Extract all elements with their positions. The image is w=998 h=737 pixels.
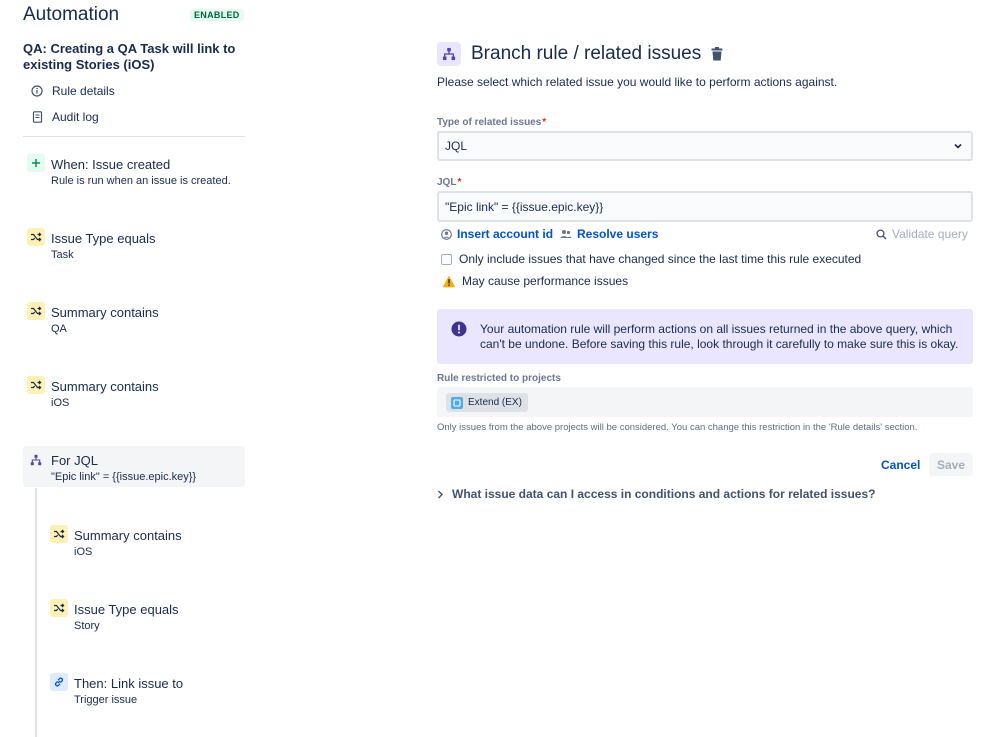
performance-warning: May cause performance issues <box>442 274 628 288</box>
project-avatar-icon <box>451 396 463 409</box>
checkbox-label: Only include issues that have changed si… <box>459 252 862 266</box>
warning-icon <box>442 275 456 288</box>
related-issues-help-expander[interactable]: What issue data can I access in conditio… <box>437 487 875 501</box>
projects-note: Only issues from the above projects will… <box>437 422 918 433</box>
component-subtitle: Story <box>74 620 100 632</box>
component-condition[interactable]: Summary contains iOS <box>23 370 245 411</box>
only-changed-checkbox-row[interactable]: Only include issues that have changed si… <box>441 252 861 266</box>
jql-label: JQL* <box>437 177 462 188</box>
panel-description: Please select which related issue you wo… <box>437 75 838 89</box>
plus-icon <box>27 154 45 172</box>
type-select-value: JQL <box>445 139 468 153</box>
project-tag: Extend (EX) <box>446 393 528 412</box>
save-button[interactable]: Save <box>929 453 973 476</box>
shuffle-icon <box>50 599 68 617</box>
chevron-down-icon <box>953 140 963 154</box>
cancel-button[interactable]: Cancel <box>875 454 926 476</box>
component-subtitle: Trigger issue <box>74 694 138 706</box>
resolve-users-link[interactable]: Resolve users <box>560 227 658 241</box>
shuffle-icon <box>50 525 68 543</box>
branch-icon <box>27 451 45 469</box>
info-icon <box>451 321 467 342</box>
component-subtitle: QA <box>51 323 67 335</box>
component-condition[interactable]: Summary contains iOS <box>46 519 245 560</box>
component-title: Issue Type equals <box>51 231 156 246</box>
rule-name: QA: Creating a QA Task will link to exis… <box>23 41 236 72</box>
shuffle-icon <box>27 228 45 246</box>
shuffle-icon <box>27 302 45 320</box>
component-condition[interactable]: Issue Type equals Task <box>23 222 245 263</box>
user-icon <box>441 228 452 240</box>
info-icon <box>30 84 44 98</box>
info-message: Your automation rule will perform action… <box>437 309 973 364</box>
nav-audit-log[interactable]: Audit log <box>30 107 99 127</box>
search-icon <box>876 228 887 240</box>
component-action[interactable]: Then: Link issue to Trigger issue <box>46 667 245 708</box>
app-title: Automation <box>23 4 120 25</box>
component-title: Summary contains <box>51 379 159 394</box>
trash-icon[interactable] <box>711 47 723 61</box>
component-subtitle: Rule is run when an issue is created. <box>51 175 231 187</box>
insert-account-id-link[interactable]: Insert account id <box>441 227 553 241</box>
validate-query-link[interactable]: Validate query <box>876 227 968 241</box>
type-label: Type of related issues* <box>437 117 547 128</box>
nav-rule-details[interactable]: Rule details <box>30 81 115 101</box>
link-icon <box>50 673 68 691</box>
component-subtitle: iOS <box>74 546 93 558</box>
restricted-projects-field: Extend (EX) <box>437 387 973 417</box>
shuffle-icon <box>27 376 45 394</box>
branch-timeline-line <box>35 488 37 737</box>
nav-divider <box>23 136 245 137</box>
document-icon <box>30 110 44 124</box>
people-icon <box>560 229 572 239</box>
component-subtitle: Task <box>51 249 74 261</box>
component-subtitle: iOS <box>51 397 70 409</box>
component-title: Then: Link issue to <box>74 676 184 691</box>
component-title: Issue Type equals <box>74 602 179 617</box>
panel-header: Branch rule / related issues <box>437 40 723 68</box>
component-title: For JQL <box>51 453 98 468</box>
nav-label: Audit log <box>52 110 99 124</box>
component-subtitle: "Epic link" = {{issue.epic.key}} <box>51 471 197 483</box>
component-condition[interactable]: Issue Type equals Story <box>46 593 245 634</box>
only-changed-checkbox[interactable] <box>441 253 452 265</box>
component-title: Summary contains <box>51 305 159 320</box>
restricted-projects-label: Rule restricted to projects <box>437 373 561 384</box>
status-badge: ENABLED <box>190 9 244 21</box>
component-title: When: Issue created <box>51 157 171 172</box>
info-text: Your automation rule will perform action… <box>480 322 959 351</box>
type-select[interactable]: JQL <box>437 131 973 161</box>
rule-sidebar: Automation ENABLED QA: Creating a QA Tas… <box>0 0 260 737</box>
chevron-right-icon <box>437 490 444 499</box>
panel-title: Branch rule / related issues <box>471 43 702 64</box>
component-title: Summary contains <box>74 528 182 543</box>
component-condition[interactable]: Summary contains QA <box>23 296 245 337</box>
component-branch[interactable]: For JQL "Epic link" = {{issue.epic.key}} <box>23 446 245 487</box>
nav-label: Rule details <box>52 84 115 98</box>
component-trigger[interactable]: When: Issue created Rule is run when an … <box>23 148 245 189</box>
jql-input[interactable] <box>437 191 973 222</box>
branch-icon <box>437 42 461 66</box>
